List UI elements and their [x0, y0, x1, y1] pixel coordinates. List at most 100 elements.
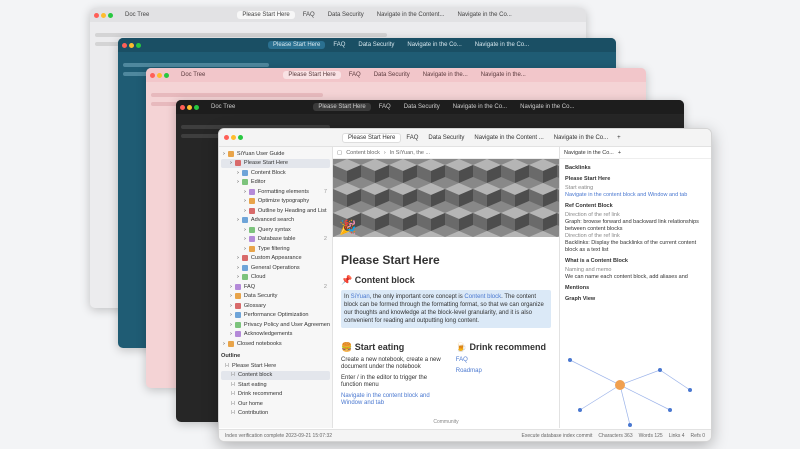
tree-item[interactable]: › FAQ 2 [221, 282, 330, 292]
tree-item[interactable]: › Outline by Heading and List [221, 206, 330, 216]
tree-item[interactable]: › SiYuan User Guide [221, 149, 330, 159]
tab-faq[interactable]: FAQ [328, 41, 350, 49]
chevron-right-icon[interactable]: › [244, 198, 246, 204]
chevron-right-icon[interactable]: › [230, 312, 232, 318]
tab-navigate[interactable]: Navigate in the Co... [448, 103, 512, 111]
chevron-right-icon[interactable]: › [244, 189, 246, 195]
tab-navigate-2[interactable]: Navigate in the... [476, 71, 531, 79]
tree-item[interactable]: › Glossary [221, 301, 330, 311]
tree-item[interactable]: › Type filtering [221, 244, 330, 254]
graph-node[interactable] [628, 423, 632, 427]
tab-data-security[interactable]: Data Security [323, 11, 369, 19]
tab-faq[interactable]: FAQ [401, 134, 423, 142]
tab-doc-tree[interactable]: Doc Tree [206, 103, 240, 111]
chevron-right-icon[interactable]: › [244, 236, 246, 242]
tab-data-security[interactable]: Data Security [369, 71, 415, 79]
chevron-right-icon[interactable]: › [223, 341, 225, 347]
breadcrumb-item[interactable]: Content block [346, 150, 380, 156]
tree-item[interactable]: › Query syntax [221, 225, 330, 235]
tab-navigate[interactable]: Navigate in the Co... [402, 41, 466, 49]
backlink-text[interactable]: Navigate in the content block and Window… [565, 192, 706, 199]
tab-please-start[interactable]: Please Start Here [268, 41, 326, 49]
chevron-right-icon[interactable]: › [237, 265, 239, 271]
chevron-right-icon[interactable]: › [237, 255, 239, 261]
faq-link[interactable]: FAQ [456, 357, 551, 364]
window-controls[interactable] [224, 135, 243, 140]
tree-item[interactable]: › Database table 2 [221, 235, 330, 245]
tab-data-security[interactable]: Data Security [423, 134, 469, 142]
tab-navigate[interactable]: Navigate in the Content ... [469, 134, 548, 142]
chevron-right-icon[interactable]: › [223, 151, 225, 157]
tab-data-security[interactable]: Data Security [353, 41, 399, 49]
window-controls[interactable] [94, 12, 113, 18]
chevron-right-icon[interactable]: › [230, 293, 232, 299]
graph-node-main[interactable] [615, 380, 625, 390]
breadcrumb-item[interactable]: In SiYuan, the ... [390, 150, 430, 156]
chevron-right-icon[interactable]: › [230, 303, 232, 309]
tree-item[interactable]: › Custom Appearance [221, 254, 330, 264]
chevron-right-icon[interactable]: › [244, 246, 246, 252]
roadmap-link[interactable]: Roadmap [456, 368, 551, 375]
tab-navigate-2[interactable]: Navigate in the Co... [452, 11, 516, 19]
tab-doc-tree[interactable]: Doc Tree [176, 71, 210, 79]
tab-please-start[interactable]: Please Start Here [313, 103, 371, 111]
graph-node[interactable] [668, 408, 672, 412]
tab-data-security[interactable]: Data Security [399, 103, 445, 111]
tab-please-start[interactable]: Please Start Here [342, 132, 402, 143]
graph-node[interactable] [578, 408, 582, 412]
tree-item[interactable]: › Closed notebooks [221, 339, 330, 349]
outline-item[interactable]: H Contribution [221, 409, 330, 419]
tab-doc-tree[interactable]: Doc Tree [120, 11, 154, 19]
tree-item[interactable]: › Privacy Policy and User Agreement [221, 320, 330, 330]
chevron-right-icon[interactable]: › [230, 160, 232, 166]
tab-navigate-2[interactable]: Navigate in the Co... [470, 41, 534, 49]
add-tab-icon[interactable]: + [617, 135, 621, 141]
tab-please-start[interactable]: Please Start Here [283, 71, 341, 79]
graph-node[interactable] [688, 388, 692, 392]
chevron-right-icon[interactable]: › [230, 331, 232, 337]
outline-item[interactable]: H Our home [221, 399, 330, 409]
chevron-right-icon[interactable]: › [237, 274, 239, 280]
tab-faq[interactable]: FAQ [374, 103, 396, 111]
tree-item[interactable]: › Cloud [221, 273, 330, 283]
chevron-right-icon[interactable]: › [230, 284, 232, 290]
outline-item[interactable]: H Please Start Here [221, 361, 330, 371]
chevron-right-icon[interactable]: › [230, 322, 232, 328]
list-item[interactable]: Navigate in the content block and Window… [341, 393, 446, 407]
window-controls[interactable] [180, 104, 199, 110]
tree-item[interactable]: › Optimize typography [221, 197, 330, 207]
outline-item[interactable]: H Start eating [221, 380, 330, 390]
chevron-right-icon[interactable]: › [244, 208, 246, 214]
paragraph-content-block[interactable]: In SiYuan, the only important core conce… [341, 290, 551, 328]
graph-node[interactable] [568, 358, 572, 362]
backlink-doc[interactable]: Ref Content Block [565, 203, 706, 210]
tree-item[interactable]: › Please Start Here [221, 158, 330, 168]
chevron-right-icon[interactable]: › [237, 170, 239, 176]
outline-item[interactable]: H Content block [221, 370, 330, 380]
tab-navigate[interactable]: Navigate in the... [418, 71, 473, 79]
backlink-doc[interactable]: Please Start Here [565, 176, 706, 183]
graph-view[interactable] [560, 350, 700, 430]
tab-navigate[interactable]: Navigate in the Content... [372, 11, 450, 19]
window-controls[interactable] [122, 42, 141, 48]
tree-item[interactable]: › Formatting elements 7 [221, 187, 330, 197]
tab-please-start[interactable]: Please Start Here [237, 11, 295, 19]
tree-item[interactable]: › Data Security [221, 292, 330, 302]
tree-item[interactable]: › Editor [221, 178, 330, 188]
outline-item[interactable]: H Drink recommend [221, 390, 330, 400]
tree-item[interactable]: › General Operations [221, 263, 330, 273]
tab-faq[interactable]: FAQ [344, 71, 366, 79]
graph-node[interactable] [658, 368, 662, 372]
window-controls[interactable] [150, 72, 169, 78]
add-tab-icon[interactable]: + [618, 150, 621, 156]
backlink-doc[interactable]: What is a Content Block [565, 258, 706, 265]
tree-item[interactable]: › Performance Optimization [221, 311, 330, 321]
right-panel-tab[interactable]: Navigate in the Co... [564, 150, 614, 156]
tab-navigate-2[interactable]: Navigate in the Co... [549, 134, 613, 142]
chevron-right-icon[interactable]: › [244, 227, 246, 233]
chevron-right-icon[interactable]: › [237, 217, 239, 223]
tab-faq[interactable]: FAQ [298, 11, 320, 19]
tab-navigate-2[interactable]: Navigate in the Co... [515, 103, 579, 111]
tree-item[interactable]: › Content Block [221, 168, 330, 178]
tree-item[interactable]: › Advanced search [221, 216, 330, 226]
